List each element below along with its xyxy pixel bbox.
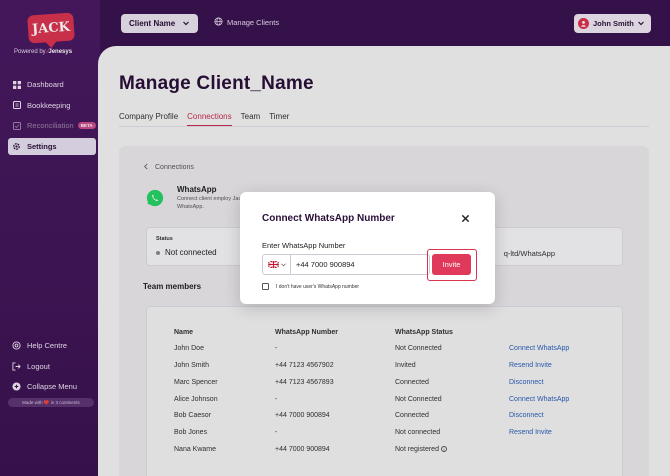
country-code-select[interactable] — [263, 255, 291, 274]
uk-flag-icon — [267, 261, 279, 268]
phone-field — [262, 254, 430, 275]
connect-whatsapp-modal: Connect WhatsApp Number Enter WhatsApp N… — [240, 192, 495, 304]
no-number-label: I don't have user's WhatsApp number — [276, 283, 360, 290]
phone-input[interactable] — [291, 260, 421, 269]
no-number-option: I don't have user's WhatsApp number — [262, 283, 359, 290]
invite-button[interactable]: Invite — [432, 254, 471, 275]
no-number-checkbox[interactable] — [262, 283, 269, 290]
chevron-down-icon — [280, 263, 286, 266]
close-icon[interactable] — [461, 214, 470, 223]
phone-field-label: Enter WhatsApp Number — [262, 241, 346, 250]
modal-title: Connect WhatsApp Number — [262, 213, 395, 224]
invite-highlight: Invite — [427, 249, 477, 281]
